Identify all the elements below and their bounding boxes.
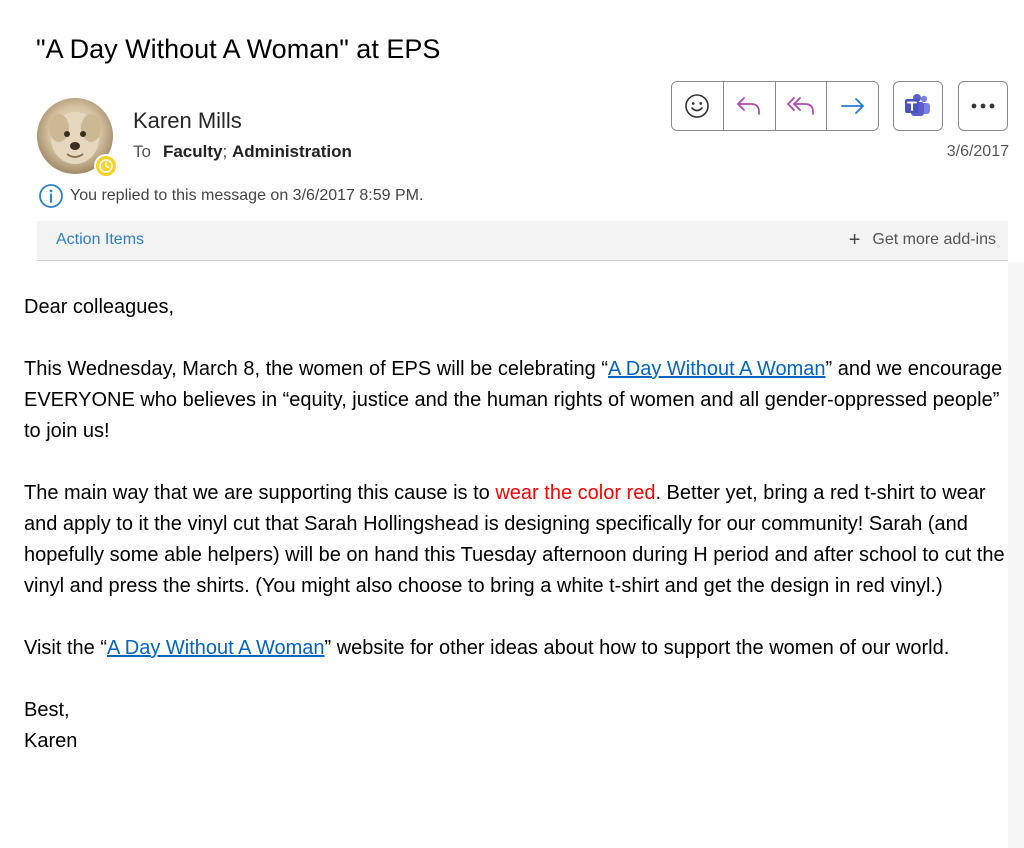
presence-away-icon	[94, 154, 118, 178]
p3-text-before: Visit the “	[24, 637, 107, 659]
wear-red-highlight: wear the color red	[495, 482, 656, 504]
reply-icon	[737, 97, 761, 115]
action-items-link[interactable]: Action Items	[56, 231, 144, 249]
day-without-woman-website-link[interactable]: A Day Without A Woman	[107, 637, 325, 659]
forward-icon	[840, 98, 864, 114]
reply-all-button[interactable]	[776, 82, 828, 130]
replied-info: You replied to this message on 3/6/2017 …	[38, 183, 423, 209]
reply-button[interactable]	[724, 82, 776, 130]
to-label: To	[133, 142, 151, 161]
reply-actions-toolbar	[671, 81, 879, 131]
sender-name[interactable]: Karen Mills	[133, 108, 242, 134]
recipients-line: To Faculty; Administration	[133, 142, 352, 162]
addins-bar: Action Items + Get more add-ins	[37, 221, 1008, 261]
get-more-addins-button[interactable]: + Get more add-ins	[848, 229, 996, 251]
get-more-addins-label: Get more add-ins	[872, 231, 996, 248]
recipient-administration[interactable]: Administration	[232, 142, 352, 161]
info-icon	[39, 184, 63, 208]
paragraph-2: The main way that we are supporting this…	[24, 478, 1008, 602]
p2-text-before: The main way that we are supporting this…	[24, 482, 496, 504]
teams-button[interactable]	[893, 81, 943, 131]
message-date: 3/6/2017	[946, 143, 1009, 160]
plus-icon: +	[848, 229, 861, 251]
signature: Karen	[24, 730, 78, 752]
greeting: Dear colleagues,	[24, 296, 175, 318]
recipient-faculty[interactable]: Faculty	[163, 142, 223, 161]
more-options-icon	[971, 103, 995, 109]
more-options-button[interactable]	[958, 81, 1008, 131]
day-without-woman-link[interactable]: A Day Without A Woman	[608, 358, 826, 380]
p1-text-before: This Wednesday, March 8, the women of EP…	[24, 358, 608, 380]
forward-button[interactable]	[827, 82, 878, 130]
emoji-reaction-button[interactable]	[672, 82, 724, 130]
replied-info-text: You replied to this message on 3/6/2017 …	[70, 187, 424, 204]
scrollbar-track[interactable]	[1008, 262, 1024, 848]
message-body: Dear colleagues, This Wednesday, March 8…	[24, 292, 1008, 757]
closing: Best,	[24, 699, 70, 721]
teams-icon	[905, 94, 930, 116]
p3-text-after: ” website for other ideas about how to s…	[324, 637, 950, 659]
paragraph-3: Visit the “A Day Without A Woman” websit…	[24, 633, 1008, 664]
reply-all-icon	[786, 97, 814, 115]
paragraph-1: This Wednesday, March 8, the women of EP…	[24, 354, 1008, 447]
emoji-icon	[685, 94, 710, 118]
message-subject: "A Day Without A Woman" at EPS	[36, 34, 441, 64]
recipient-separator: ;	[222, 142, 232, 161]
